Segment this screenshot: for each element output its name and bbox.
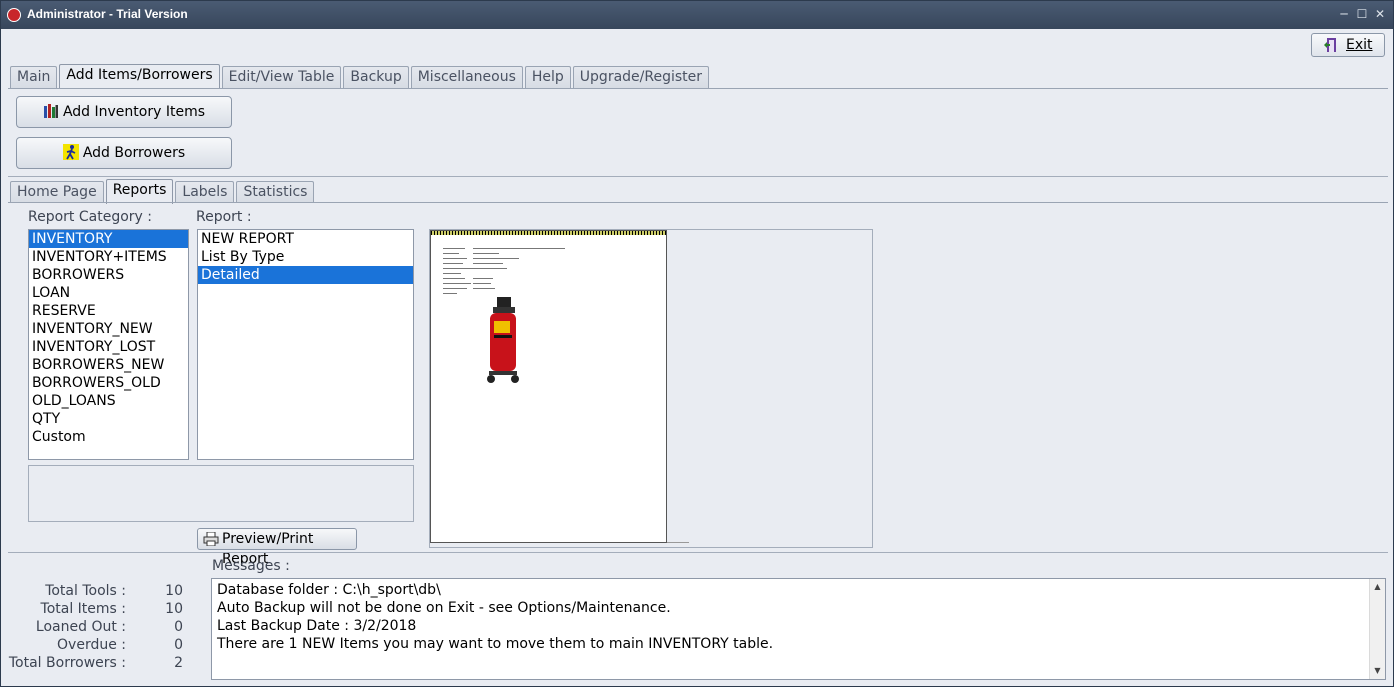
category-item[interactable]: BORROWERS_NEW bbox=[29, 356, 188, 374]
stat-label: Total Items : bbox=[40, 601, 126, 617]
tab-help[interactable]: Help bbox=[524, 66, 571, 88]
category-item[interactable]: INVENTORY+ITEMS bbox=[29, 248, 188, 266]
preview-page bbox=[430, 230, 667, 543]
window-title: Administrator - Trial Version bbox=[27, 7, 188, 21]
client-area: Exit Main Add Items/Borrowers Edit/View Ta… bbox=[8, 29, 1388, 681]
app-window: Administrator - Trial Version ─ ☐ ✕ Exit… bbox=[0, 0, 1394, 687]
report-label: Report : bbox=[196, 209, 252, 225]
report-list[interactable]: NEW REPORT List By Type Detailed bbox=[197, 229, 414, 460]
subtab-statistics[interactable]: Statistics bbox=[236, 181, 315, 203]
tab-edit-view-table[interactable]: Edit/View Table bbox=[221, 66, 342, 88]
add-borrowers-label: Add Borrowers bbox=[82, 145, 186, 161]
report-description-panel bbox=[28, 465, 414, 522]
category-item[interactable]: INVENTORY_LOST bbox=[29, 338, 188, 356]
messages-divider bbox=[8, 552, 1388, 553]
subtab-labels[interactable]: Labels bbox=[175, 181, 235, 203]
messages-scrollbar[interactable]: ▲ ▼ bbox=[1369, 579, 1385, 679]
add-borrowers-button[interactable]: Add Borrowers bbox=[16, 137, 232, 169]
report-category-label: Report Category : bbox=[28, 209, 152, 225]
stat-value: 10 bbox=[165, 583, 183, 599]
add-inventory-button[interactable]: Add Inventory Items bbox=[16, 96, 232, 128]
preview-print-button[interactable]: Preview/Print Report bbox=[197, 528, 357, 567]
stat-label: Total Borrowers : bbox=[8, 655, 126, 671]
books-icon bbox=[43, 104, 58, 118]
add-inventory-label: Add Inventory Items bbox=[62, 104, 206, 120]
tab-miscellaneous[interactable]: Miscellaneous bbox=[410, 66, 523, 88]
air-compressor-image bbox=[487, 297, 519, 383]
tab-upgrade-register[interactable]: Upgrade/Register bbox=[572, 66, 710, 88]
category-item[interactable]: BORROWERS bbox=[29, 266, 188, 284]
main-tab-underline bbox=[8, 88, 1388, 89]
report-item[interactable]: List By Type bbox=[198, 248, 413, 266]
category-item[interactable]: INVENTORY bbox=[29, 230, 188, 248]
subtab-home-page[interactable]: Home Page bbox=[10, 181, 104, 203]
stat-label: Overdue : bbox=[57, 637, 126, 653]
title-bar[interactable]: Administrator - Trial Version ─ ☐ ✕ bbox=[1, 1, 1393, 29]
tab-main[interactable]: Main bbox=[10, 66, 58, 88]
sub-tab-underline bbox=[8, 202, 1388, 203]
scroll-up-icon[interactable]: ▲ bbox=[1370, 579, 1385, 595]
scroll-down-icon[interactable]: ▼ bbox=[1370, 663, 1385, 679]
stat-label: Total Tools : bbox=[45, 583, 126, 599]
message-line: Auto Backup will not be done on Exit - s… bbox=[217, 600, 671, 616]
sub-tab-strip: Home Page Reports Labels Statistics bbox=[10, 179, 316, 204]
subtab-reports[interactable]: Reports bbox=[105, 179, 174, 204]
stat-value: 0 bbox=[174, 619, 183, 635]
messages-label: Messages : bbox=[212, 558, 290, 574]
category-item[interactable]: INVENTORY_NEW bbox=[29, 320, 188, 338]
section-divider bbox=[8, 176, 1388, 177]
close-button[interactable]: ✕ bbox=[1372, 6, 1388, 22]
main-tab-strip: Main Add Items/Borrowers Edit/View Table Ba… bbox=[10, 64, 711, 89]
message-line: Last Backup Date : 3/2/2018 bbox=[217, 618, 417, 634]
stat-label: Loaned Out : bbox=[35, 619, 126, 635]
stat-value: 0 bbox=[174, 637, 183, 653]
stat-value: 10 bbox=[165, 601, 183, 617]
category-item[interactable]: OLD_LOANS bbox=[29, 392, 188, 410]
printer-icon bbox=[203, 532, 219, 546]
walking-person-icon bbox=[62, 144, 79, 160]
exit-label: Exit bbox=[1346, 37, 1373, 53]
category-item[interactable]: Custom bbox=[29, 428, 188, 446]
report-preview-pane[interactable] bbox=[429, 229, 873, 548]
stat-value: 2 bbox=[174, 655, 183, 671]
tab-add-items-borrowers[interactable]: Add Items/Borrowers bbox=[59, 64, 220, 89]
category-item[interactable]: BORROWERS_OLD bbox=[29, 374, 188, 392]
messages-box[interactable]: Database folder : C:\h_sport\db\ Auto Bac… bbox=[211, 578, 1386, 680]
exit-door-icon bbox=[1324, 38, 1336, 52]
preview-ruler bbox=[431, 231, 666, 235]
tab-backup[interactable]: Backup bbox=[343, 66, 409, 88]
app-logo-icon bbox=[7, 8, 21, 22]
maximize-button[interactable]: ☐ bbox=[1354, 6, 1370, 22]
category-item[interactable]: LOAN bbox=[29, 284, 188, 302]
minimize-button[interactable]: ─ bbox=[1336, 6, 1352, 22]
category-item[interactable]: QTY bbox=[29, 410, 188, 428]
exit-button[interactable]: Exit bbox=[1311, 33, 1385, 57]
category-item[interactable]: RESERVE bbox=[29, 302, 188, 320]
report-item[interactable]: NEW REPORT bbox=[198, 230, 413, 248]
report-item[interactable]: Detailed bbox=[198, 266, 413, 284]
report-category-list[interactable]: INVENTORY INVENTORY+ITEMS BORROWERS LOAN RES… bbox=[28, 229, 189, 460]
message-line: There are 1 NEW Items you may want to mo… bbox=[217, 636, 774, 652]
message-line: Database folder : C:\h_sport\db\ bbox=[217, 582, 441, 598]
